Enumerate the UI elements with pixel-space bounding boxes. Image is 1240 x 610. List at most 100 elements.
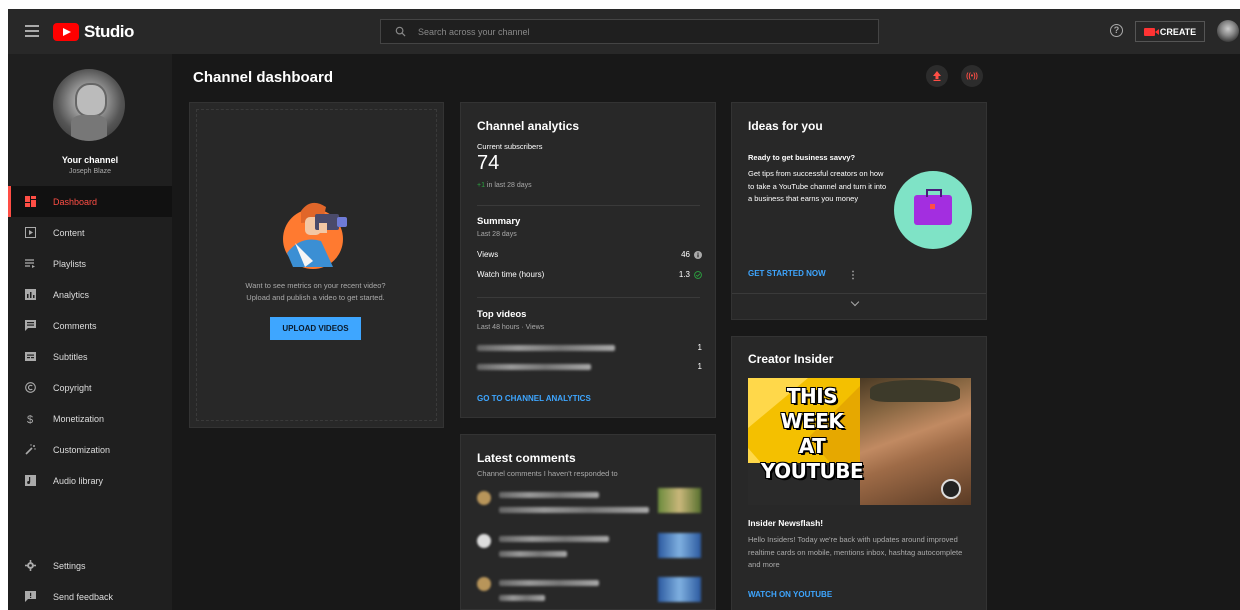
sidebar-item-customization[interactable]: Customization — [8, 434, 172, 465]
comment-text-redacted — [499, 595, 545, 601]
logo-text: Studio — [84, 22, 134, 41]
sidebar-item-label: Copyright — [53, 382, 92, 393]
sidebar-item-content[interactable]: Content — [8, 217, 172, 248]
audio-library-icon — [25, 475, 36, 486]
top-video-row: 1 — [477, 362, 702, 371]
sidebar-item-label: Content — [53, 227, 85, 238]
upload-videos-button[interactable]: UPLOAD VIDEOS — [270, 317, 361, 340]
magic-wand-icon — [25, 444, 36, 455]
more-options-icon[interactable]: ⋮ — [848, 270, 858, 281]
sidebar-item-label: Monetization — [53, 413, 105, 424]
sidebar-item-dashboard[interactable]: Dashboard — [8, 186, 172, 217]
sidebar-item-playlists[interactable]: Playlists — [8, 248, 172, 279]
sidebar-item-comments[interactable]: Comments — [8, 310, 172, 341]
video-thumbnail[interactable]: THIS WEEK AT YOUTUBE — [748, 378, 971, 505]
views-row: Views 46 — [477, 250, 702, 259]
thumbnail-text-line1: THIS — [786, 384, 838, 408]
upload-prompt-line1: Want to see metrics on your recent video… — [245, 281, 386, 290]
sidebar-item-label: Analytics — [53, 289, 90, 300]
thumbnail-text-line4: YOUTUBE — [760, 459, 864, 483]
studio-logo[interactable]: Studio — [53, 22, 134, 42]
comments-title: Latest comments — [477, 451, 576, 465]
content-icon — [25, 227, 36, 238]
watch-time-label: Watch time (hours) — [477, 270, 545, 279]
app-window: Studio ? CREATE Your channel Joseph Blaz… — [8, 9, 1240, 610]
sidebar-item-subtitles[interactable]: Subtitles — [8, 341, 172, 372]
ideas-title: Ideas for you — [748, 119, 823, 133]
subscribers-change: +1 in last 28 days — [477, 182, 532, 189]
top-video-views: 1 — [697, 343, 702, 352]
commenter-avatar[interactable] — [477, 577, 491, 591]
menu-icon[interactable] — [25, 25, 39, 37]
channel-title[interactable]: Your channel — [8, 155, 172, 165]
channel-avatar[interactable] — [53, 69, 125, 141]
watch-on-youtube-link[interactable]: WATCH ON YOUTUBE — [748, 590, 832, 599]
sidebar-item-label: Customization — [53, 444, 111, 455]
upload-icon[interactable] — [926, 65, 948, 87]
sidebar-item-label: Audio library — [53, 475, 104, 486]
sidebar-item-label: Subtitles — [53, 351, 88, 362]
create-button[interactable]: CREATE — [1135, 21, 1205, 42]
svg-text:$: $ — [27, 414, 33, 425]
commenter-avatar[interactable] — [477, 491, 491, 505]
dashboard-icon — [25, 196, 36, 207]
monetization-icon: $ — [25, 413, 36, 425]
comment-text-redacted — [499, 507, 649, 513]
sidebar-item-label: Dashboard — [53, 196, 98, 207]
sidebar: Your channel Joseph Blaze Dashboard Cont… — [8, 54, 172, 610]
sidebar-item-audio-library[interactable]: Audio library — [8, 465, 172, 496]
comment-video-thumbnail[interactable] — [658, 488, 701, 513]
comment-video-thumbnail[interactable] — [658, 577, 701, 602]
chevron-down-icon[interactable] — [850, 297, 860, 307]
thumbnail-text-line3: AT — [798, 434, 826, 458]
commenter-avatar[interactable] — [477, 534, 491, 548]
account-avatar[interactable] — [1217, 20, 1239, 42]
comment-video-thumbnail[interactable] — [658, 533, 701, 558]
get-started-link[interactable]: GET STARTED NOW — [748, 269, 826, 278]
subscribers-label: Current subscribers — [477, 142, 543, 151]
gear-icon — [25, 560, 36, 571]
sidebar-item-feedback[interactable]: Send feedback — [8, 581, 172, 610]
comment-author-redacted — [499, 580, 599, 586]
search-bar[interactable] — [380, 19, 879, 44]
sidebar-item-monetization[interactable]: $ Monetization — [8, 403, 172, 434]
analytics-title: Channel analytics — [477, 119, 580, 133]
sidebar-item-copyright[interactable]: Copyright — [8, 372, 172, 403]
sidebar-item-analytics[interactable]: Analytics — [8, 279, 172, 310]
upload-prompt-line2: Upload and publish a video to get starte… — [246, 293, 385, 302]
summary-period: Last 28 days — [477, 231, 517, 238]
help-icon[interactable]: ? — [1110, 24, 1123, 37]
feedback-label: Send feedback — [53, 591, 114, 602]
sidebar-item-settings[interactable]: Settings — [8, 550, 172, 581]
divider — [477, 297, 700, 298]
channel-name: Joseph Blaze — [68, 168, 112, 175]
comment-author-redacted — [499, 536, 609, 542]
subscribers-change-value: +1 — [477, 182, 485, 189]
ideas-headline: Ready to get business savvy? — [748, 153, 856, 162]
top-videos-title: Top videos — [477, 309, 527, 320]
analytics-icon — [25, 289, 36, 300]
thumbnail-text: THIS WEEK AT YOUTUBE — [758, 384, 866, 484]
comments-subtitle: Channel comments I haven't responded to — [477, 469, 618, 478]
news-body: Hello Insiders! Today we're back with up… — [748, 535, 963, 569]
comment-text-redacted — [499, 551, 567, 557]
search-icon — [395, 26, 406, 37]
cameraman-illustration — [283, 202, 347, 269]
comment-author-redacted — [499, 492, 599, 498]
info-icon[interactable] — [694, 250, 702, 259]
sidebar-item-label: Comments — [53, 320, 97, 331]
top-videos-period: Last 48 hours · Views — [477, 324, 545, 331]
upload-prompt: Want to see metrics on your recent video… — [189, 280, 442, 304]
search-input[interactable] — [418, 26, 848, 37]
divider — [732, 293, 986, 294]
go-live-icon[interactable]: ((•)) — [961, 65, 983, 87]
subscribers-count: 74 — [477, 152, 500, 174]
ideas-illustration — [894, 171, 972, 249]
summary-title: Summary — [477, 216, 521, 227]
watch-time-value: 1.3 — [678, 270, 690, 279]
insider-title: Creator Insider — [748, 352, 834, 366]
creator-insider-card: Creator Insider THIS WEEK AT YOUTUBE Ins… — [731, 336, 987, 610]
ideas-card: Ideas for you Ready to get business savv… — [731, 102, 987, 320]
sidebar-item-label: Playlists — [53, 258, 87, 269]
go-to-channel-analytics-link[interactable]: GO TO CHANNEL ANALYTICS — [477, 394, 591, 403]
